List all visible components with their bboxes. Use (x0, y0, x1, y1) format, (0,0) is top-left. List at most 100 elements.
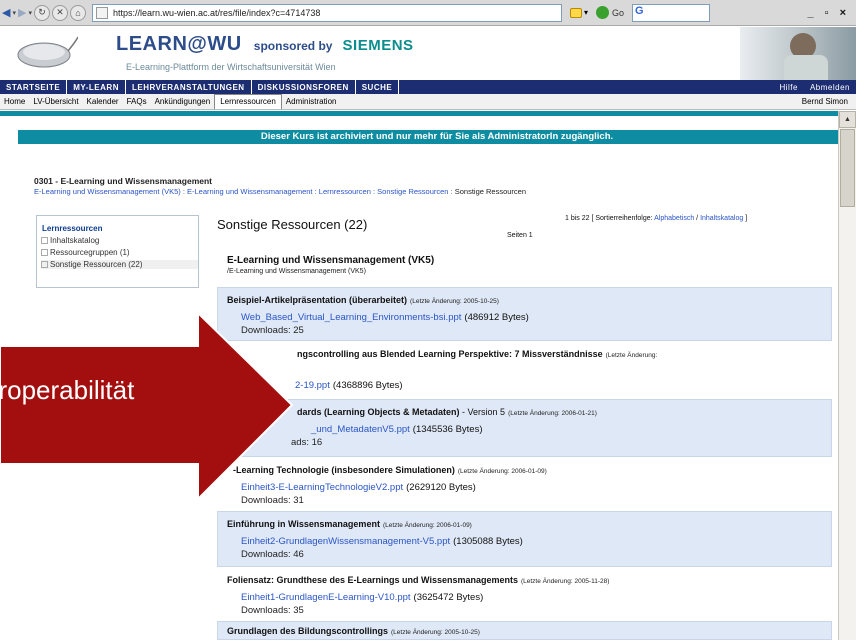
sidebar-item-sonstige-ressourcen[interactable]: Sonstige Ressourcen (22) (41, 260, 198, 269)
tab-administration[interactable]: Administration (282, 97, 341, 109)
resource-title-suffix: - Version 5 (459, 407, 506, 417)
bullet-icon (41, 237, 48, 244)
sort-alphabetisch-link[interactable]: Alphabetisch (654, 215, 694, 222)
pagination: Seiten 1 (507, 232, 533, 239)
url-dropdown-icon[interactable]: ▾ (584, 8, 588, 17)
resource-title: ngscontrolling aus Blended Learning Pers… (297, 349, 603, 359)
sponsored-text: sponsored by (253, 39, 333, 53)
arrow-label: eroperabilität (0, 375, 135, 405)
url-text: https://learn.wu-wien.ac.at/res/file/ind… (112, 7, 321, 18)
resource-size: (4368896 Bytes) (332, 380, 403, 391)
sidebar-item-label: Ressourcegruppen (1) (50, 248, 130, 257)
nav-lehrveranstaltungen[interactable]: LEHRVERANSTALTUNGEN (126, 80, 252, 94)
resource-size: (2629120 Bytes) (406, 482, 476, 493)
toolbar-right: ▾ Go G (569, 3, 710, 22)
stop-icon[interactable]: ✕ (51, 4, 68, 21)
breadcrumb-item[interactable]: E-Learning und Wissensmanagement (187, 187, 313, 196)
tab-home[interactable]: Home (0, 97, 29, 109)
resource-meta: (Letzte Änderung: 2006-01-09) (457, 468, 547, 475)
breadcrumb-item[interactable]: Sonstige Ressourcen (377, 187, 448, 196)
nav-suche[interactable]: SUCHE (356, 80, 400, 94)
sidebar-item-label: Inhaltskatalog (50, 236, 100, 245)
resource-item: dards (Learning Objects & Metadaten) - V… (217, 399, 832, 457)
back-dropdown-icon[interactable]: ▾ (12, 4, 16, 22)
resource-item: -Learning Technologie (insbesondere Simu… (217, 457, 832, 511)
mouse-logo-icon (17, 36, 78, 68)
sidebar-heading[interactable]: Lernressourcen (42, 224, 198, 233)
resource-file-link[interactable]: Web_Based_Virtual_Learning_Environments-… (241, 312, 461, 323)
browser-toolbar: ◀ ▾ ▶ ▾ ↻ ✕ ⌂ https://learn.wu-wien.ac.a… (0, 0, 856, 26)
go-icon[interactable] (595, 6, 609, 19)
resource-title: dards (Learning Objects & Metadaten) (297, 407, 460, 417)
nav-diskussionsforen[interactable]: DISKUSSIONSFOREN (252, 80, 356, 94)
breadcrumb-item[interactable]: Lernressourcen (319, 187, 371, 196)
scroll-up-icon[interactable]: ▲ (839, 111, 856, 128)
resource-item: Grundlagen des Bildungscontrollings (Letz… (217, 621, 832, 640)
tab-lernressourcen[interactable]: Lernressourcen (214, 94, 282, 109)
sponsor-name: SIEMENS (342, 37, 414, 54)
sort-inhaltskatalog-link[interactable]: Inhaltskatalog (700, 215, 743, 222)
breadcrumb-current: Sonstige Ressourcen (454, 187, 527, 196)
course-title: 0301 - E-Learning und Wissensmanagement (34, 176, 212, 186)
page-title: Sonstige Ressourcen (22) (217, 217, 368, 232)
nav-hilfe[interactable]: Hilfe (773, 83, 804, 92)
resource-meta: (Letzte Änderung: 2005-11-28) (520, 578, 610, 585)
resource-downloads: Downloads: 25 (241, 325, 304, 336)
tab-kalender[interactable]: Kalender (83, 97, 123, 109)
resource-file-link[interactable]: _und_MetadatenV5.ppt (311, 424, 410, 435)
resource-downloads: ads: 16 (291, 437, 323, 448)
resource-file-link[interactable]: Einheit2-GrundlagenWissensmanagement-V5.… (241, 536, 450, 547)
scrollbar-thumb[interactable] (840, 129, 855, 207)
site-subtitle: E-Learning-Plattform der Wirtschaftsuniv… (126, 62, 336, 72)
sort-suffix: ] (743, 215, 748, 222)
resource-meta: (Letzte Änderung: (605, 352, 658, 359)
sort-prefix: 1 bis 22 [ Sortierreihenfolge: (565, 215, 653, 222)
vertical-scrollbar[interactable]: ▲ (838, 111, 856, 640)
screenshot-root: ◀ ▾ ▶ ▾ ↻ ✕ ⌂ https://learn.wu-wien.ac.a… (0, 0, 856, 640)
sidebar-item-ressourcegruppen[interactable]: Ressourcegruppen (1) (41, 248, 198, 257)
resource-title: Beispiel-Artikelpräsentation (überarbeit… (227, 295, 408, 305)
resource-file-link[interactable]: Einheit1-GrundlagenE-Learning-V10.ppt (241, 592, 411, 603)
window-controls[interactable]: _ ▫ × (807, 7, 850, 19)
resource-file-link[interactable]: Einheit3-E-LearningTechnologieV2.ppt (241, 482, 403, 493)
breadcrumb: E-Learning und Wissensmanagement (VK5) :… (34, 187, 526, 196)
resource-downloads: Downloads: 35 (241, 605, 304, 616)
resource-title: Grundlagen des Bildungscontrollings (227, 626, 389, 636)
search-input[interactable]: G (632, 3, 710, 22)
banner-photo (740, 27, 856, 80)
back-icon[interactable]: ◀ (2, 4, 10, 22)
reload-icon[interactable]: ↻ (33, 4, 50, 21)
sidebar: Lernressourcen Inhaltskatalog Ressourceg… (36, 215, 199, 288)
photo-person-body (784, 55, 828, 80)
resource-item: Einführung in Wissensmanagement (Letzte Ä… (217, 511, 832, 567)
home-icon[interactable]: ⌂ (69, 4, 86, 21)
breadcrumb-item[interactable]: E-Learning und Wissensmanagement (VK5) (34, 187, 181, 196)
sidebar-item-inhaltskatalog[interactable]: Inhaltskatalog (41, 236, 198, 245)
resource-item: Beispiel-Artikelpräsentation (überarbeit… (217, 287, 832, 341)
resource-title: -Learning Technologie (insbesondere Simu… (233, 465, 455, 475)
resource-downloads: Downloads: 46 (241, 549, 304, 560)
resource-meta: (Letzte Änderung: 2005-10-25) (410, 298, 499, 305)
resource-title: Einführung in Wissensmanagement (227, 519, 380, 529)
main-navigation: STARTSEITE MY-LEARN LEHRVERANSTALTUNGEN … (0, 80, 856, 94)
user-name: Bernd Simon (801, 97, 848, 106)
teal-divider (0, 111, 856, 116)
nav-my-learn[interactable]: MY-LEARN (67, 80, 126, 94)
bullet-icon (41, 249, 48, 256)
resource-item: ngscontrolling aus Blended Learning Pers… (217, 341, 832, 397)
resource-file-link[interactable]: 2-19.ppt (295, 380, 330, 391)
bullet-icon (41, 261, 48, 268)
tab-faqs[interactable]: FAQs (123, 97, 151, 109)
url-bar[interactable]: https://learn.wu-wien.ac.at/res/file/ind… (91, 3, 562, 22)
forward-dropdown-icon[interactable]: ▾ (28, 4, 32, 22)
sort-info: 1 bis 22 [ Sortierreihenfolge: Alphabeti… (565, 215, 747, 222)
go-label[interactable]: Go (612, 8, 624, 18)
category-heading: E-Learning und Wissensmanagement (VK5) (227, 255, 435, 266)
tab-lv-uebersicht[interactable]: LV-Übersicht (29, 97, 82, 109)
tab-ankuendigungen[interactable]: Ankündigungen (151, 97, 215, 109)
site-logo[interactable]: LEARN@WU sponsored by SIEMENS (116, 33, 414, 56)
nav-startseite[interactable]: STARTSEITE (0, 80, 68, 94)
resource-size: (3625472 Bytes) (413, 592, 484, 603)
forward-icon[interactable]: ▶ (18, 4, 26, 22)
nav-abmelden[interactable]: Abmelden (804, 83, 856, 92)
